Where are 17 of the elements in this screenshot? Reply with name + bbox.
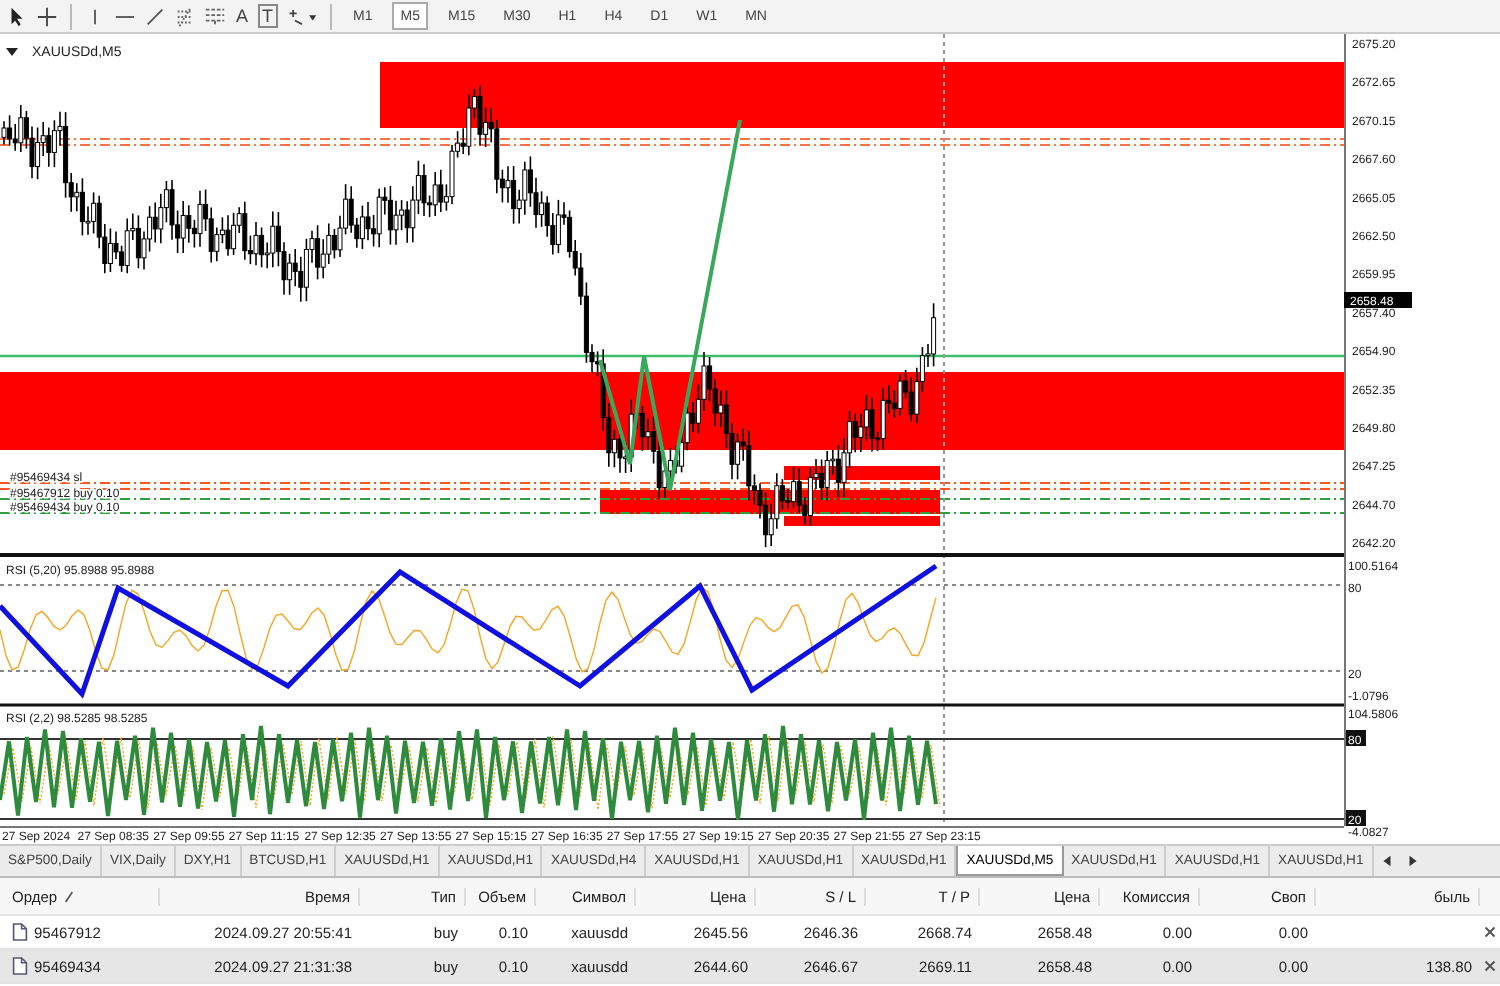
collapse-triangle-icon[interactable] [6,48,18,56]
channel-icon[interactable] [204,5,226,27]
scroll-right-icon[interactable] [1405,854,1420,868]
current-price-tag [1344,292,1412,308]
fibonacci-icon[interactable] [174,5,196,27]
close-icon[interactable] [1484,926,1496,938]
trendline-icon[interactable] [144,5,166,27]
cursor-icon[interactable] [6,5,28,27]
order-document-icon [12,922,28,942]
order-document-icon [12,956,28,976]
text-tool-icon[interactable]: A [234,6,251,26]
crosshair-icon[interactable] [36,5,58,27]
label-tool-icon[interactable]: T [258,4,278,28]
shapes-dropdown-icon[interactable] [285,5,318,27]
close-icon[interactable] [1484,960,1496,972]
sort-icon[interactable] [63,889,74,903]
scroll-left-icon[interactable] [1379,854,1394,868]
